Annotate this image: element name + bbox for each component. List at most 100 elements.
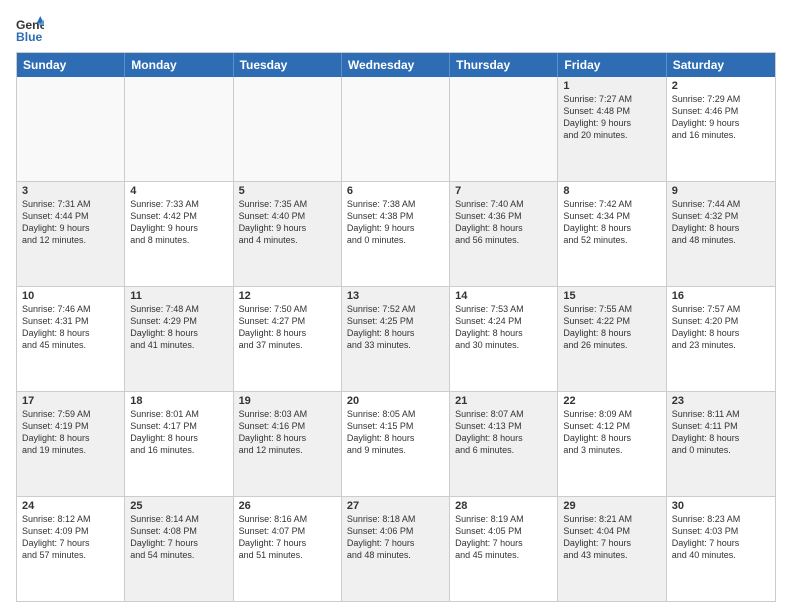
- cal-cell-23: 23Sunrise: 8:11 AM Sunset: 4:11 PM Dayli…: [667, 392, 775, 496]
- day-info: Sunrise: 8:14 AM Sunset: 4:08 PM Dayligh…: [130, 513, 227, 562]
- day-info: Sunrise: 7:27 AM Sunset: 4:48 PM Dayligh…: [563, 93, 660, 142]
- day-info: Sunrise: 8:12 AM Sunset: 4:09 PM Dayligh…: [22, 513, 119, 562]
- day-info: Sunrise: 8:19 AM Sunset: 4:05 PM Dayligh…: [455, 513, 552, 562]
- calendar-header: SundayMondayTuesdayWednesdayThursdayFrid…: [17, 53, 775, 77]
- weekday-header-tuesday: Tuesday: [234, 53, 342, 77]
- cal-cell-30: 30Sunrise: 8:23 AM Sunset: 4:03 PM Dayli…: [667, 497, 775, 601]
- day-number: 2: [672, 80, 770, 92]
- cal-cell-7: 7Sunrise: 7:40 AM Sunset: 4:36 PM Daylig…: [450, 182, 558, 286]
- day-number: 29: [563, 500, 660, 512]
- cal-cell-3: 3Sunrise: 7:31 AM Sunset: 4:44 PM Daylig…: [17, 182, 125, 286]
- day-number: 5: [239, 185, 336, 197]
- cal-cell-10: 10Sunrise: 7:46 AM Sunset: 4:31 PM Dayli…: [17, 287, 125, 391]
- day-info: Sunrise: 7:42 AM Sunset: 4:34 PM Dayligh…: [563, 198, 660, 247]
- day-info: Sunrise: 8:21 AM Sunset: 4:04 PM Dayligh…: [563, 513, 660, 562]
- cal-cell-14: 14Sunrise: 7:53 AM Sunset: 4:24 PM Dayli…: [450, 287, 558, 391]
- day-info: Sunrise: 8:09 AM Sunset: 4:12 PM Dayligh…: [563, 408, 660, 457]
- calendar-body: 1Sunrise: 7:27 AM Sunset: 4:48 PM Daylig…: [17, 77, 775, 601]
- calendar-row-3: 10Sunrise: 7:46 AM Sunset: 4:31 PM Dayli…: [17, 286, 775, 391]
- cal-cell-24: 24Sunrise: 8:12 AM Sunset: 4:09 PM Dayli…: [17, 497, 125, 601]
- day-number: 26: [239, 500, 336, 512]
- cal-cell-4: 4Sunrise: 7:33 AM Sunset: 4:42 PM Daylig…: [125, 182, 233, 286]
- day-info: Sunrise: 7:59 AM Sunset: 4:19 PM Dayligh…: [22, 408, 119, 457]
- day-number: 30: [672, 500, 770, 512]
- cal-cell-16: 16Sunrise: 7:57 AM Sunset: 4:20 PM Dayli…: [667, 287, 775, 391]
- day-number: 14: [455, 290, 552, 302]
- day-number: 12: [239, 290, 336, 302]
- day-number: 17: [22, 395, 119, 407]
- weekday-header-friday: Friday: [558, 53, 666, 77]
- day-info: Sunrise: 8:07 AM Sunset: 4:13 PM Dayligh…: [455, 408, 552, 457]
- weekday-header-thursday: Thursday: [450, 53, 558, 77]
- day-number: 13: [347, 290, 444, 302]
- day-info: Sunrise: 8:01 AM Sunset: 4:17 PM Dayligh…: [130, 408, 227, 457]
- day-number: 28: [455, 500, 552, 512]
- cal-cell-13: 13Sunrise: 7:52 AM Sunset: 4:25 PM Dayli…: [342, 287, 450, 391]
- cal-cell-25: 25Sunrise: 8:14 AM Sunset: 4:08 PM Dayli…: [125, 497, 233, 601]
- cal-cell-empty-1: [125, 77, 233, 181]
- cal-cell-26: 26Sunrise: 8:16 AM Sunset: 4:07 PM Dayli…: [234, 497, 342, 601]
- day-info: Sunrise: 7:38 AM Sunset: 4:38 PM Dayligh…: [347, 198, 444, 247]
- day-info: Sunrise: 8:16 AM Sunset: 4:07 PM Dayligh…: [239, 513, 336, 562]
- day-number: 15: [563, 290, 660, 302]
- cal-cell-11: 11Sunrise: 7:48 AM Sunset: 4:29 PM Dayli…: [125, 287, 233, 391]
- weekday-header-saturday: Saturday: [667, 53, 775, 77]
- day-info: Sunrise: 7:48 AM Sunset: 4:29 PM Dayligh…: [130, 303, 227, 352]
- cal-cell-8: 8Sunrise: 7:42 AM Sunset: 4:34 PM Daylig…: [558, 182, 666, 286]
- day-info: Sunrise: 8:23 AM Sunset: 4:03 PM Dayligh…: [672, 513, 770, 562]
- cal-cell-12: 12Sunrise: 7:50 AM Sunset: 4:27 PM Dayli…: [234, 287, 342, 391]
- cal-cell-6: 6Sunrise: 7:38 AM Sunset: 4:38 PM Daylig…: [342, 182, 450, 286]
- cal-cell-empty-4: [450, 77, 558, 181]
- page-header: General Blue: [16, 16, 776, 44]
- cal-cell-20: 20Sunrise: 8:05 AM Sunset: 4:15 PM Dayli…: [342, 392, 450, 496]
- weekday-header-monday: Monday: [125, 53, 233, 77]
- day-number: 8: [563, 185, 660, 197]
- day-info: Sunrise: 7:46 AM Sunset: 4:31 PM Dayligh…: [22, 303, 119, 352]
- cal-cell-22: 22Sunrise: 8:09 AM Sunset: 4:12 PM Dayli…: [558, 392, 666, 496]
- cal-cell-empty-0: [17, 77, 125, 181]
- day-info: Sunrise: 7:50 AM Sunset: 4:27 PM Dayligh…: [239, 303, 336, 352]
- day-number: 18: [130, 395, 227, 407]
- day-number: 3: [22, 185, 119, 197]
- logo: General Blue: [16, 16, 48, 44]
- cal-cell-18: 18Sunrise: 8:01 AM Sunset: 4:17 PM Dayli…: [125, 392, 233, 496]
- day-number: 10: [22, 290, 119, 302]
- calendar: SundayMondayTuesdayWednesdayThursdayFrid…: [16, 52, 776, 602]
- day-number: 21: [455, 395, 552, 407]
- cal-cell-21: 21Sunrise: 8:07 AM Sunset: 4:13 PM Dayli…: [450, 392, 558, 496]
- day-number: 16: [672, 290, 770, 302]
- day-number: 20: [347, 395, 444, 407]
- cal-cell-9: 9Sunrise: 7:44 AM Sunset: 4:32 PM Daylig…: [667, 182, 775, 286]
- day-number: 24: [22, 500, 119, 512]
- day-info: Sunrise: 8:05 AM Sunset: 4:15 PM Dayligh…: [347, 408, 444, 457]
- day-number: 25: [130, 500, 227, 512]
- day-info: Sunrise: 8:11 AM Sunset: 4:11 PM Dayligh…: [672, 408, 770, 457]
- day-number: 19: [239, 395, 336, 407]
- day-info: Sunrise: 7:52 AM Sunset: 4:25 PM Dayligh…: [347, 303, 444, 352]
- cal-cell-27: 27Sunrise: 8:18 AM Sunset: 4:06 PM Dayli…: [342, 497, 450, 601]
- day-number: 1: [563, 80, 660, 92]
- day-info: Sunrise: 8:18 AM Sunset: 4:06 PM Dayligh…: [347, 513, 444, 562]
- calendar-row-2: 3Sunrise: 7:31 AM Sunset: 4:44 PM Daylig…: [17, 181, 775, 286]
- day-info: Sunrise: 7:29 AM Sunset: 4:46 PM Dayligh…: [672, 93, 770, 142]
- cal-cell-5: 5Sunrise: 7:35 AM Sunset: 4:40 PM Daylig…: [234, 182, 342, 286]
- day-number: 4: [130, 185, 227, 197]
- day-number: 23: [672, 395, 770, 407]
- calendar-row-4: 17Sunrise: 7:59 AM Sunset: 4:19 PM Dayli…: [17, 391, 775, 496]
- day-number: 6: [347, 185, 444, 197]
- cal-cell-29: 29Sunrise: 8:21 AM Sunset: 4:04 PM Dayli…: [558, 497, 666, 601]
- day-info: Sunrise: 8:03 AM Sunset: 4:16 PM Dayligh…: [239, 408, 336, 457]
- day-info: Sunrise: 7:44 AM Sunset: 4:32 PM Dayligh…: [672, 198, 770, 247]
- day-info: Sunrise: 7:40 AM Sunset: 4:36 PM Dayligh…: [455, 198, 552, 247]
- cal-cell-2: 2Sunrise: 7:29 AM Sunset: 4:46 PM Daylig…: [667, 77, 775, 181]
- day-number: 27: [347, 500, 444, 512]
- day-info: Sunrise: 7:53 AM Sunset: 4:24 PM Dayligh…: [455, 303, 552, 352]
- cal-cell-1: 1Sunrise: 7:27 AM Sunset: 4:48 PM Daylig…: [558, 77, 666, 181]
- day-info: Sunrise: 7:31 AM Sunset: 4:44 PM Dayligh…: [22, 198, 119, 247]
- cal-cell-empty-3: [342, 77, 450, 181]
- day-info: Sunrise: 7:57 AM Sunset: 4:20 PM Dayligh…: [672, 303, 770, 352]
- cal-cell-empty-2: [234, 77, 342, 181]
- calendar-row-5: 24Sunrise: 8:12 AM Sunset: 4:09 PM Dayli…: [17, 496, 775, 601]
- logo-icon: General Blue: [16, 16, 44, 44]
- calendar-row-1: 1Sunrise: 7:27 AM Sunset: 4:48 PM Daylig…: [17, 77, 775, 181]
